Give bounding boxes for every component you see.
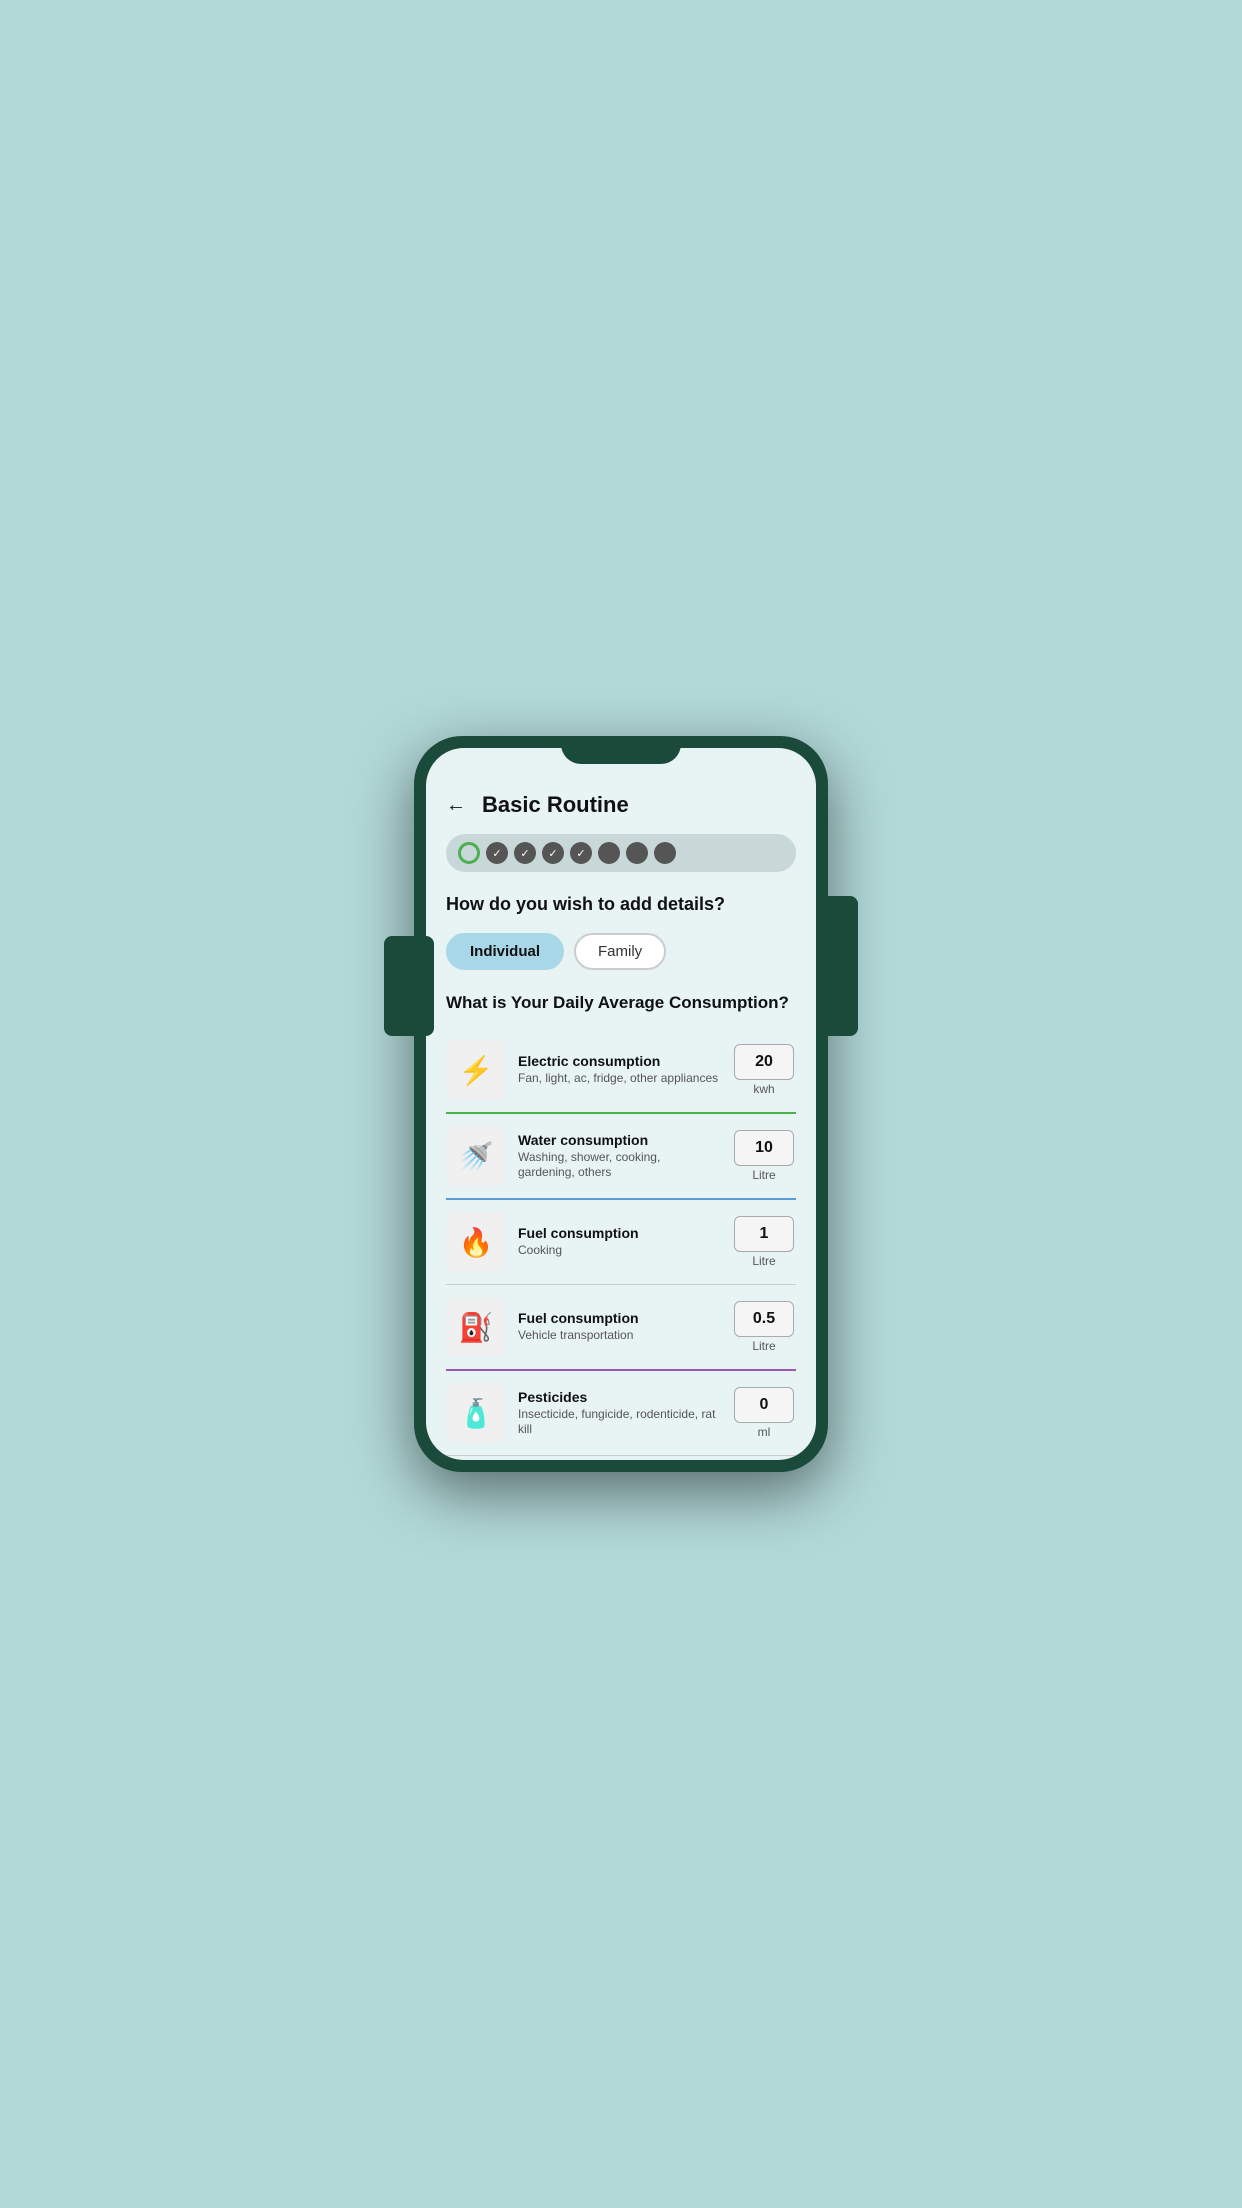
progress-dot-3: ✓ [542,842,564,864]
consumption-row: 🔥 Fuel consumption Cooking Litre [446,1200,796,1285]
header: ← Basic Routine [446,792,796,818]
value-unit: kwh [753,1082,774,1096]
value-unit: Litre [752,1168,775,1182]
progress-dot-0 [458,842,480,864]
phone-screen: ← Basic Routine ✓ ✓ ✓ ✓ How do you wish to … [426,748,816,1460]
consumption-row: 🛒 Grocery Oil, grain, dairy, bakery prod… [446,1456,796,1460]
question-text: How do you wish to add details? [446,892,796,917]
row-title: Electric consumption [518,1053,720,1069]
value-input[interactable] [734,1216,794,1252]
row-icon: 🔥 [446,1212,506,1272]
progress-dot-4: ✓ [570,842,592,864]
progress-dot-5 [598,842,620,864]
row-icon: 🚿 [446,1126,506,1186]
page-title: Basic Routine [482,792,629,818]
value-input[interactable] [734,1301,794,1337]
row-info: Pesticides Insecticide, fungicide, roden… [518,1389,720,1438]
row-title: Water consumption [518,1132,720,1148]
row-subtitle: Fan, light, ac, fridge, other appliances [518,1071,720,1087]
value-input[interactable] [734,1387,794,1423]
row-icon: 🧴 [446,1383,506,1443]
row-subtitle: Cooking [518,1243,720,1259]
back-button[interactable]: ← [446,794,466,817]
row-info: Fuel consumption Cooking [518,1225,720,1259]
row-icon: ⚡ [446,1040,506,1100]
consumption-list: ⚡ Electric consumption Fan, light, ac, f… [446,1028,796,1460]
row-title: Pesticides [518,1389,720,1405]
value-unit: ml [758,1425,771,1439]
individual-toggle[interactable]: Individual [446,933,564,970]
toggle-group: Individual Family [446,933,796,970]
value-box: Litre [732,1301,796,1353]
progress-dot-6 [626,842,648,864]
family-toggle[interactable]: Family [574,933,666,970]
row-info: Electric consumption Fan, light, ac, fri… [518,1053,720,1087]
value-input[interactable] [734,1130,794,1166]
value-box: Litre [732,1130,796,1182]
row-title: Fuel consumption [518,1225,720,1241]
section-title: What is Your Daily Average Consumption? [446,992,796,1014]
consumption-row: ⚡ Electric consumption Fan, light, ac, f… [446,1028,796,1114]
row-icon: ⛽ [446,1297,506,1357]
progress-dot-7 [654,842,676,864]
row-info: Fuel consumption Vehicle transportation [518,1310,720,1344]
value-unit: Litre [752,1254,775,1268]
progress-dot-2: ✓ [514,842,536,864]
value-box: ml [732,1387,796,1439]
screen-content: ← Basic Routine ✓ ✓ ✓ ✓ How do you wish to … [426,748,816,1460]
consumption-row: 🧴 Pesticides Insecticide, fungicide, rod… [446,1371,796,1456]
value-box: Litre [732,1216,796,1268]
row-title: Fuel consumption [518,1310,720,1326]
row-info: Water consumption Washing, shower, cooki… [518,1132,720,1181]
consumption-row: 🚿 Water consumption Washing, shower, coo… [446,1114,796,1200]
progress-bar: ✓ ✓ ✓ ✓ [446,834,796,872]
consumption-row: ⛽ Fuel consumption Vehicle transportatio… [446,1285,796,1371]
row-subtitle: Washing, shower, cooking, gardening, oth… [518,1150,720,1181]
value-unit: Litre [752,1339,775,1353]
progress-dot-1: ✓ [486,842,508,864]
notch [561,736,681,764]
value-input[interactable] [734,1044,794,1080]
phone-frame: ← Basic Routine ✓ ✓ ✓ ✓ How do you wish to … [414,736,828,1472]
value-box: kwh [732,1044,796,1096]
row-subtitle: Insecticide, fungicide, rodenticide, rat… [518,1407,720,1438]
row-subtitle: Vehicle transportation [518,1328,720,1344]
